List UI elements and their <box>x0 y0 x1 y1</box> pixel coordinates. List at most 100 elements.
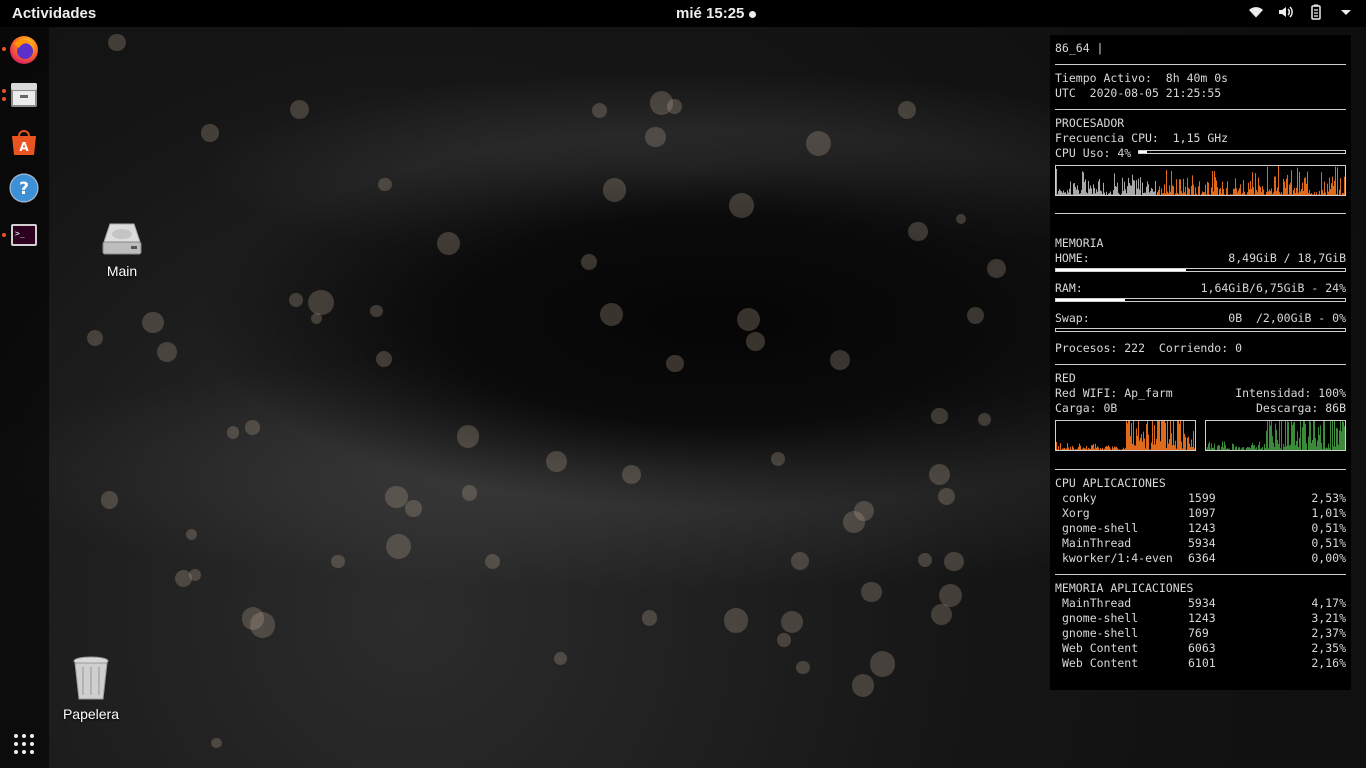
wifi-icon <box>1249 7 1263 18</box>
bokeh-dot <box>987 258 1007 278</box>
bokeh-dot <box>185 528 198 541</box>
app-grid-icon <box>14 734 34 754</box>
bokeh-dot <box>599 303 623 327</box>
dock-terminal[interactable]: >_ <box>8 219 40 251</box>
process-pid: 6063 <box>1188 641 1216 655</box>
top-bar: Actividades mié 15:25 <box>0 0 1366 27</box>
process-name: gnome-shell <box>1062 611 1139 625</box>
bokeh-dot <box>554 652 567 665</box>
bokeh-dot <box>189 569 202 581</box>
cpu-freq-label: Frecuencia CPU: <box>1055 131 1159 145</box>
process-value: 2,35% <box>1311 641 1346 655</box>
bokeh-dot <box>245 420 260 435</box>
download-label: Descarga: <box>1255 401 1319 415</box>
signal-value: 100% <box>1318 386 1346 400</box>
bokeh-dot <box>289 99 309 119</box>
ram-label: RAM: <box>1055 281 1083 295</box>
memory-title: MEMORIA <box>1055 236 1104 250</box>
system-tray[interactable] <box>1248 4 1354 20</box>
cpu-usage-bar <box>1138 150 1346 154</box>
cpu-graph <box>1055 165 1346 196</box>
cpu-usage-label: CPU Uso: <box>1055 146 1111 160</box>
trash-icon <box>73 656 109 700</box>
bokeh-dot <box>938 584 962 608</box>
download-row: Descarga: 86B <box>1256 401 1346 415</box>
home-bar <box>1055 268 1346 272</box>
bokeh-dot <box>456 425 480 448</box>
dock-help[interactable]: ? <box>8 172 40 204</box>
bokeh-dot <box>851 674 875 697</box>
bokeh-dot <box>375 351 392 368</box>
clock-button[interactable]: mié 15:25 <box>676 5 757 22</box>
bokeh-dot <box>369 304 383 318</box>
menu-arrow-icon <box>1341 10 1351 15</box>
bokeh-dot <box>796 660 810 675</box>
bokeh-dot <box>436 231 460 255</box>
procs-value: 222 <box>1124 341 1146 355</box>
cpu-graph-plot <box>1056 166 1345 195</box>
ram-value: 1,64GiB/6,75GiB - 24% <box>1200 281 1346 295</box>
bokeh-dot <box>931 603 953 625</box>
bokeh-dot <box>931 407 948 425</box>
running-indicator-icon <box>2 89 6 93</box>
divider <box>1055 469 1346 470</box>
bokeh-dot <box>666 354 684 373</box>
bokeh-dot <box>385 485 408 509</box>
files-icon <box>11 83 37 107</box>
process-pid: 5934 <box>1188 536 1216 550</box>
home-value: 8,49GiB / 18,7GiB <box>1228 251 1346 265</box>
process-pid: 1097 <box>1188 506 1216 520</box>
show-applications-button[interactable] <box>13 733 35 755</box>
bokeh-dot <box>829 350 850 371</box>
divider <box>1055 64 1346 65</box>
home-label: HOME: <box>1055 251 1090 265</box>
dock-firefox[interactable] <box>8 34 40 66</box>
wifi-row: Red WIFI: Ap_farm <box>1055 386 1173 400</box>
svg-text:>_: >_ <box>15 229 25 238</box>
process-pid: 5934 <box>1188 596 1216 610</box>
bokeh-dot <box>405 500 422 517</box>
activities-button[interactable]: Actividades <box>12 5 96 22</box>
process-name: Web Content <box>1062 656 1139 670</box>
download-graph-plot <box>1206 421 1345 450</box>
cpu-title: PROCESADOR <box>1055 116 1125 130</box>
process-value: 0,51% <box>1311 536 1346 550</box>
cpu-usage-row: CPU Uso: 4% <box>1055 146 1131 160</box>
firefox-icon <box>10 36 38 64</box>
bokeh-dot <box>806 130 832 156</box>
dock-software-center[interactable]: A <box>8 126 40 158</box>
process-value: 2,16% <box>1311 656 1346 670</box>
network-title: RED <box>1055 371 1076 385</box>
desktop-icon-trash[interactable]: Papelera <box>58 655 124 722</box>
divider <box>1055 109 1346 110</box>
bokeh-dot <box>645 126 666 148</box>
bokeh-dot <box>869 651 896 677</box>
bokeh-dot <box>790 552 809 571</box>
bokeh-dot <box>288 292 303 308</box>
bokeh-dot <box>226 426 240 439</box>
drive-icon <box>102 223 142 255</box>
bokeh-dot <box>242 607 265 630</box>
dock-files[interactable] <box>8 79 40 111</box>
bokeh-dot <box>861 581 882 603</box>
desktop-icon-main[interactable]: Main <box>92 220 152 279</box>
upload-graph-plot <box>1056 421 1195 450</box>
download-graph <box>1205 420 1346 451</box>
mem-apps-title: MEMORIA APLICACIONES <box>1055 581 1194 595</box>
notification-dot-icon <box>749 10 757 18</box>
swap-bar <box>1055 328 1346 332</box>
bokeh-dot <box>770 451 786 467</box>
signal-row: Intensidad: 100% <box>1235 386 1346 400</box>
processes-row: Procesos: 222 Corriendo: 0 <box>1055 341 1242 355</box>
bokeh-dot <box>622 465 642 484</box>
cpu-freq-value: 1,15 GHz <box>1172 131 1229 145</box>
uptime-label: Tiempo Activo: <box>1055 71 1152 85</box>
bokeh-dot <box>737 307 761 331</box>
home-bar-fill <box>1056 269 1187 271</box>
bokeh-dot <box>966 306 985 324</box>
running-indicator-icon <box>2 97 6 101</box>
desktop-icon-label: Main <box>106 263 138 279</box>
bokeh-dot <box>776 632 792 647</box>
svg-text:A: A <box>19 140 29 154</box>
process-name: MainThread <box>1062 596 1132 610</box>
